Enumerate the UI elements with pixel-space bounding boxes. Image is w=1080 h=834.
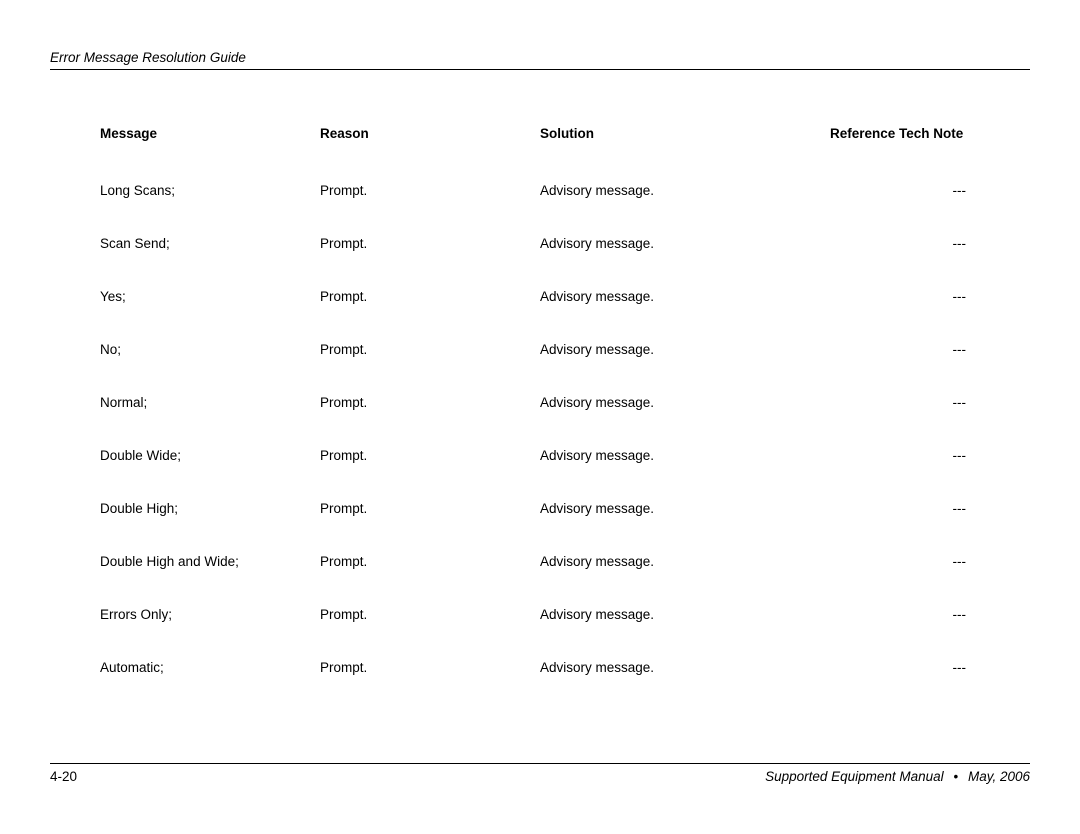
cell-reason: Prompt.	[320, 501, 540, 516]
table-row: Double High; Prompt. Advisory message. -…	[100, 501, 1026, 516]
col-header-reason: Reason	[320, 126, 540, 141]
footer-line: 4-20 Supported Equipment Manual • May, 2…	[50, 769, 1030, 784]
cell-solution: Advisory message.	[540, 236, 830, 251]
cell-reason: Prompt.	[320, 395, 540, 410]
cell-solution: Advisory message.	[540, 448, 830, 463]
cell-message: Scan Send;	[100, 236, 320, 251]
cell-solution: Advisory message.	[540, 607, 830, 622]
cell-message: No;	[100, 342, 320, 357]
cell-reason: Prompt.	[320, 289, 540, 304]
table-row: Normal; Prompt. Advisory message. ---	[100, 395, 1026, 410]
cell-reason: Prompt.	[320, 183, 540, 198]
cell-reason: Prompt.	[320, 342, 540, 357]
cell-message: Double Wide;	[100, 448, 320, 463]
table-row: Automatic; Prompt. Advisory message. ---	[100, 660, 1026, 675]
cell-reference: ---	[830, 660, 1026, 675]
cell-solution: Advisory message.	[540, 554, 830, 569]
cell-message: Double High and Wide;	[100, 554, 320, 569]
cell-reference: ---	[830, 554, 1026, 569]
cell-reference: ---	[830, 236, 1026, 251]
cell-message: Normal;	[100, 395, 320, 410]
cell-solution: Advisory message.	[540, 501, 830, 516]
table-header-row: Message Reason Solution Reference Tech N…	[100, 126, 1026, 141]
cell-message: Automatic;	[100, 660, 320, 675]
cell-solution: Advisory message.	[540, 289, 830, 304]
cell-solution: Advisory message.	[540, 395, 830, 410]
table-row: Long Scans; Prompt. Advisory message. --…	[100, 183, 1026, 198]
error-table: Message Reason Solution Reference Tech N…	[100, 126, 1026, 675]
cell-message: Double High;	[100, 501, 320, 516]
cell-solution: Advisory message.	[540, 342, 830, 357]
table-row: Errors Only; Prompt. Advisory message. -…	[100, 607, 1026, 622]
footer-rule	[50, 763, 1030, 764]
footer-date: May, 2006	[968, 769, 1030, 784]
col-header-solution: Solution	[540, 126, 830, 141]
cell-reason: Prompt.	[320, 607, 540, 622]
table-row: Scan Send; Prompt. Advisory message. ---	[100, 236, 1026, 251]
cell-reference: ---	[830, 395, 1026, 410]
col-header-message: Message	[100, 126, 320, 141]
header-rule	[50, 69, 1030, 70]
cell-reference: ---	[830, 183, 1026, 198]
cell-reason: Prompt.	[320, 448, 540, 463]
table-row: Double High and Wide; Prompt. Advisory m…	[100, 554, 1026, 569]
table-row: Yes; Prompt. Advisory message. ---	[100, 289, 1026, 304]
cell-reference: ---	[830, 501, 1026, 516]
footer-page-number: 4-20	[50, 769, 77, 784]
cell-reason: Prompt.	[320, 660, 540, 675]
page-footer: 4-20 Supported Equipment Manual • May, 2…	[50, 763, 1030, 784]
cell-solution: Advisory message.	[540, 183, 830, 198]
cell-solution: Advisory message.	[540, 660, 830, 675]
footer-right: Supported Equipment Manual • May, 2006	[765, 769, 1030, 784]
cell-reason: Prompt.	[320, 236, 540, 251]
col-header-reference: Reference Tech Note	[830, 126, 1026, 141]
footer-manual-name: Supported Equipment Manual	[765, 769, 944, 784]
table-row: Double Wide; Prompt. Advisory message. -…	[100, 448, 1026, 463]
cell-reference: ---	[830, 607, 1026, 622]
cell-message: Yes;	[100, 289, 320, 304]
page-container: Error Message Resolution Guide Message R…	[0, 0, 1080, 834]
cell-message: Long Scans;	[100, 183, 320, 198]
bullet-icon: •	[947, 769, 964, 784]
cell-reason: Prompt.	[320, 554, 540, 569]
table-row: No; Prompt. Advisory message. ---	[100, 342, 1026, 357]
cell-reference: ---	[830, 289, 1026, 304]
cell-reference: ---	[830, 342, 1026, 357]
cell-message: Errors Only;	[100, 607, 320, 622]
header-title: Error Message Resolution Guide	[50, 50, 1030, 69]
cell-reference: ---	[830, 448, 1026, 463]
